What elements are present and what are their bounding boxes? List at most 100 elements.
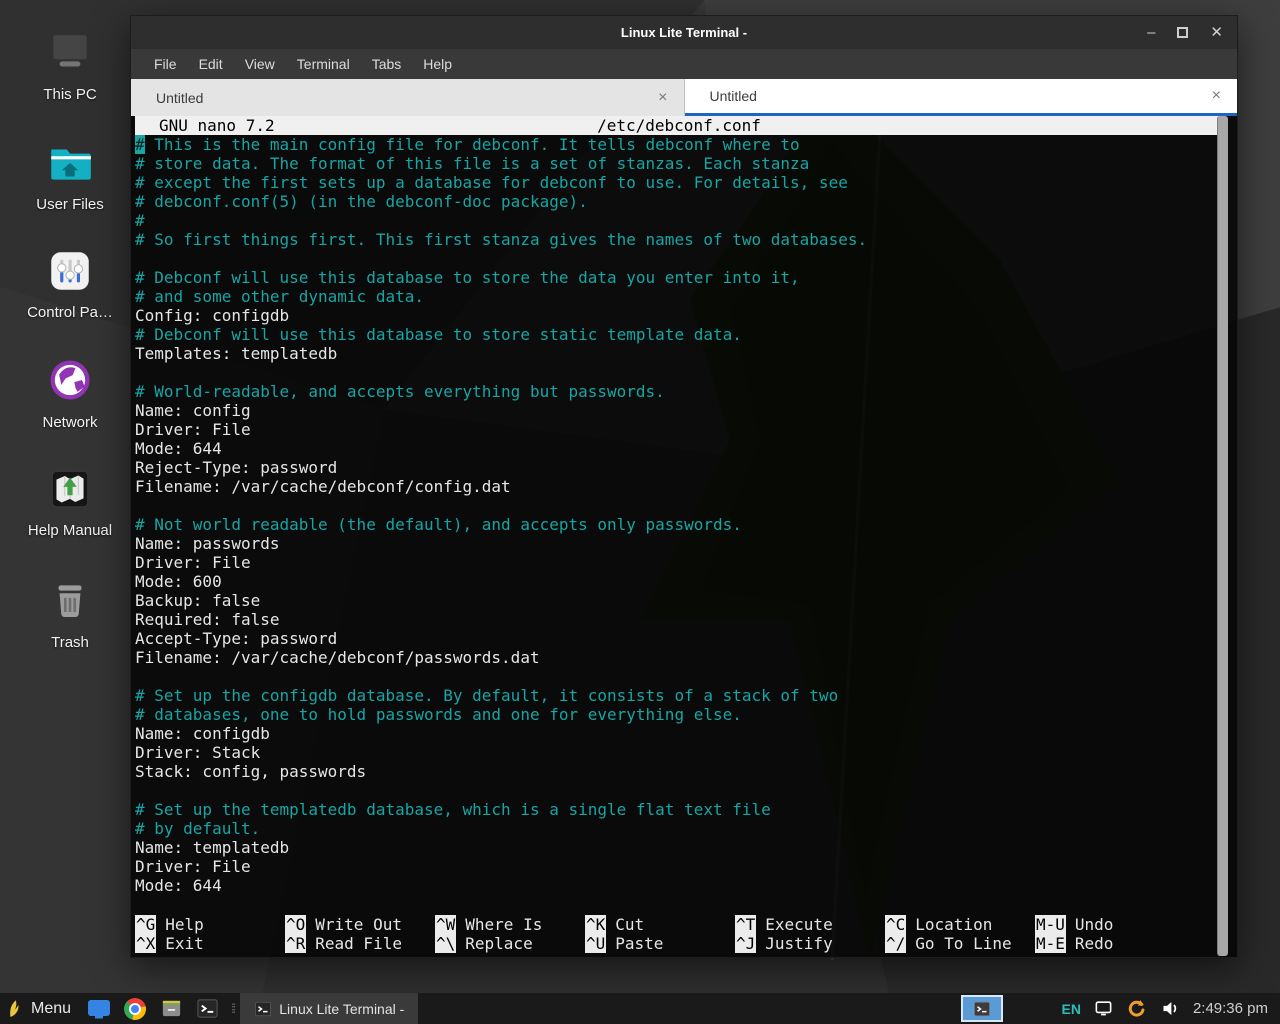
desktop-icon-user-files[interactable]: User Files (8, 138, 132, 213)
shortcut-label: Read File (315, 934, 402, 953)
updates-icon[interactable] (1126, 998, 1148, 1020)
tab-close-icon[interactable]: × (658, 89, 667, 107)
tray-terminal-indicator[interactable] (961, 995, 1003, 1022)
desktop-icon-label: Network (42, 414, 97, 431)
start-menu-button[interactable]: Menu (0, 993, 81, 1024)
menu-item-edit[interactable]: Edit (192, 53, 230, 75)
desktop-icon-trash[interactable]: Trash (8, 576, 132, 651)
taskbar: Menu ⁞⁞ (0, 993, 1280, 1024)
nano-shortcut-bar: ^GHelp^XExit^OWrite Out^RRead File^WWher… (135, 915, 1185, 953)
editor-line: Name: passwords (135, 534, 1223, 553)
editor-line: # Set up the templatedb database, which … (135, 800, 1223, 819)
shortcut-key: ^G (135, 915, 156, 934)
shortcut-key: ^R (285, 934, 306, 953)
editor-line: # databases, one to hold passwords and o… (135, 705, 1223, 724)
nano-buffer: # This is the main config file for debco… (135, 135, 1223, 895)
menu-item-file[interactable]: File (147, 53, 184, 75)
menu-item-help[interactable]: Help (416, 53, 459, 75)
nano-editor[interactable]: /etc/debconf.conf GNU nano 7.2 # This is… (131, 116, 1237, 957)
tab-close-icon[interactable]: × (1212, 87, 1221, 105)
editor-line: # World-readable, and accepts everything… (135, 382, 1223, 401)
desktop-icon-label: Help Manual (28, 522, 112, 539)
editor-line: # This is the main config file for debco… (135, 135, 1223, 154)
taskbar-separator: ⁞⁞ (231, 1001, 234, 1016)
desktop-icon-control-panel[interactable]: Control Pa… (8, 246, 132, 321)
window-title: Linux Lite Terminal - (621, 25, 747, 40)
shortcut-key: ^K (585, 915, 606, 934)
editor-line (135, 249, 1223, 268)
editor-line: Name: templatedb (135, 838, 1223, 857)
nano-shortcut: ^R Read File (285, 934, 435, 953)
tab-untitled-1[interactable]: Untitled × (131, 79, 685, 116)
desktop-icon-label: Control Pa… (27, 304, 113, 321)
terminal-icon (973, 1000, 991, 1018)
nano-titlebar: /etc/debconf.conf GNU nano 7.2 (135, 116, 1223, 135)
editor-line: # Debconf will use this database to stor… (135, 325, 1223, 344)
keyboard-layout-indicator[interactable]: EN (1061, 1001, 1080, 1017)
control-panel-icon (45, 246, 95, 296)
editor-line: Driver: Stack (135, 743, 1223, 762)
editor-line: Driver: File (135, 553, 1223, 572)
text-cursor: # (135, 135, 145, 154)
tab-untitled-2[interactable]: Untitled × (685, 79, 1238, 116)
shortcut-label: Replace (465, 934, 532, 953)
volume-icon[interactable] (1160, 998, 1181, 1019)
editor-line: Config: configdb (135, 306, 1223, 325)
editor-line: Name: config (135, 401, 1223, 420)
editor-line: Required: false (135, 610, 1223, 629)
shortcut-key: M-U (1035, 915, 1066, 934)
nano-shortcut: ^WWhere Is (435, 915, 585, 934)
editor-line: # store data. The format of this file is… (135, 154, 1223, 173)
shortcut-key: ^/ (885, 934, 906, 953)
task-button-terminal[interactable]: Linux Lite Terminal - (240, 993, 418, 1024)
help-manual-icon (45, 464, 95, 514)
desktop-icon-this-pc[interactable]: This PC (8, 28, 132, 103)
shortcut-key: ^W (435, 915, 456, 934)
terminal-scrollbar[interactable] (1217, 116, 1228, 956)
minimize-button[interactable]: – (1147, 25, 1155, 40)
desktop-screen: This PC User Files Cont (0, 0, 1280, 1024)
close-button[interactable]: ✕ (1210, 25, 1223, 40)
nano-shortcut: ^\Replace (435, 934, 585, 953)
menu-item-terminal[interactable]: Terminal (290, 53, 357, 75)
desktop-icon-label: User Files (36, 196, 104, 213)
shortcut-label: Cut (615, 915, 644, 934)
clock[interactable]: 2:49:36 pm (1193, 1000, 1268, 1017)
nano-shortcut: M-UUndo (1035, 915, 1185, 934)
maximize-button[interactable] (1177, 27, 1188, 38)
editor-line: # debconf.conf(5) (in the debconf-doc pa… (135, 192, 1223, 211)
editor-line: # So first things first. This first stan… (135, 230, 1223, 249)
display-settings-icon[interactable] (1093, 999, 1114, 1018)
shortcut-label: Redo (1075, 934, 1114, 953)
editor-line: Stack: config, passwords (135, 762, 1223, 781)
shortcut-key: ^U (585, 934, 606, 953)
editor-line: Driver: File (135, 857, 1223, 876)
shortcut-key: ^T (735, 915, 756, 934)
editor-line: Mode: 644 (135, 876, 1223, 895)
shortcut-key: M-E (1035, 934, 1066, 953)
desktop-icon-network[interactable]: Network (8, 354, 132, 431)
desktop-icon-help-manual[interactable]: Help Manual (8, 464, 132, 539)
chrome-icon[interactable] (121, 995, 149, 1023)
menu-item-view[interactable]: View (238, 53, 282, 75)
terminal-launcher-icon[interactable] (193, 995, 221, 1023)
editor-line (135, 496, 1223, 515)
editor-line: Name: configdb (135, 724, 1223, 743)
shortcut-key: ^O (285, 915, 306, 934)
nano-shortcut: ^UPaste (585, 934, 735, 953)
network-globe-icon (44, 354, 96, 406)
window-titlebar[interactable]: Linux Lite Terminal - – ✕ (131, 16, 1237, 49)
menu-item-tabs[interactable]: Tabs (365, 53, 409, 75)
tab-label: Untitled (156, 90, 658, 106)
editor-line: Filename: /var/cache/debconf/passwords.d… (135, 648, 1223, 667)
nano-filename: /etc/debconf.conf (135, 116, 1223, 135)
file-manager-icon[interactable] (157, 995, 185, 1023)
editor-line: # by default. (135, 819, 1223, 838)
show-desktop-icon[interactable] (85, 995, 113, 1023)
tab-label: Untitled (710, 88, 1212, 104)
tab-bar: Untitled × Untitled × (131, 79, 1237, 116)
terminal-icon (254, 1000, 272, 1018)
editor-line: Driver: File (135, 420, 1223, 439)
editor-line: # Debconf will use this database to stor… (135, 268, 1223, 287)
terminal-window: Linux Lite Terminal - – ✕ File Edit View Te… (130, 15, 1238, 958)
